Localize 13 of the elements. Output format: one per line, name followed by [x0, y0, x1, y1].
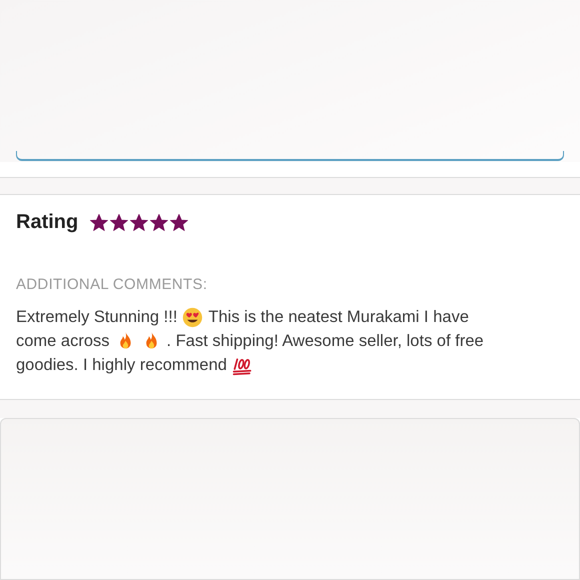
- comment-text: This is the neatest Murakami I have: [208, 307, 469, 328]
- comment-text: Extremely Stunning !!!: [16, 307, 178, 328]
- comments-label: ADDITIONAL COMMENTS:: [16, 276, 208, 293]
- star-icon: [90, 214, 108, 231]
- star-icon: [170, 214, 188, 231]
- comment-text: goodies. I highly recommend: [16, 355, 227, 376]
- rating-label: Rating: [16, 211, 78, 234]
- comment-text: come across: [16, 331, 110, 352]
- star-icon: [130, 214, 148, 231]
- heart-eyes-emoji-icon: [182, 306, 204, 328]
- comment-text: . Fast shipping! Awesome seller, lots of free: [166, 331, 484, 352]
- star-icon: [150, 214, 168, 231]
- star-icon: [110, 214, 128, 231]
